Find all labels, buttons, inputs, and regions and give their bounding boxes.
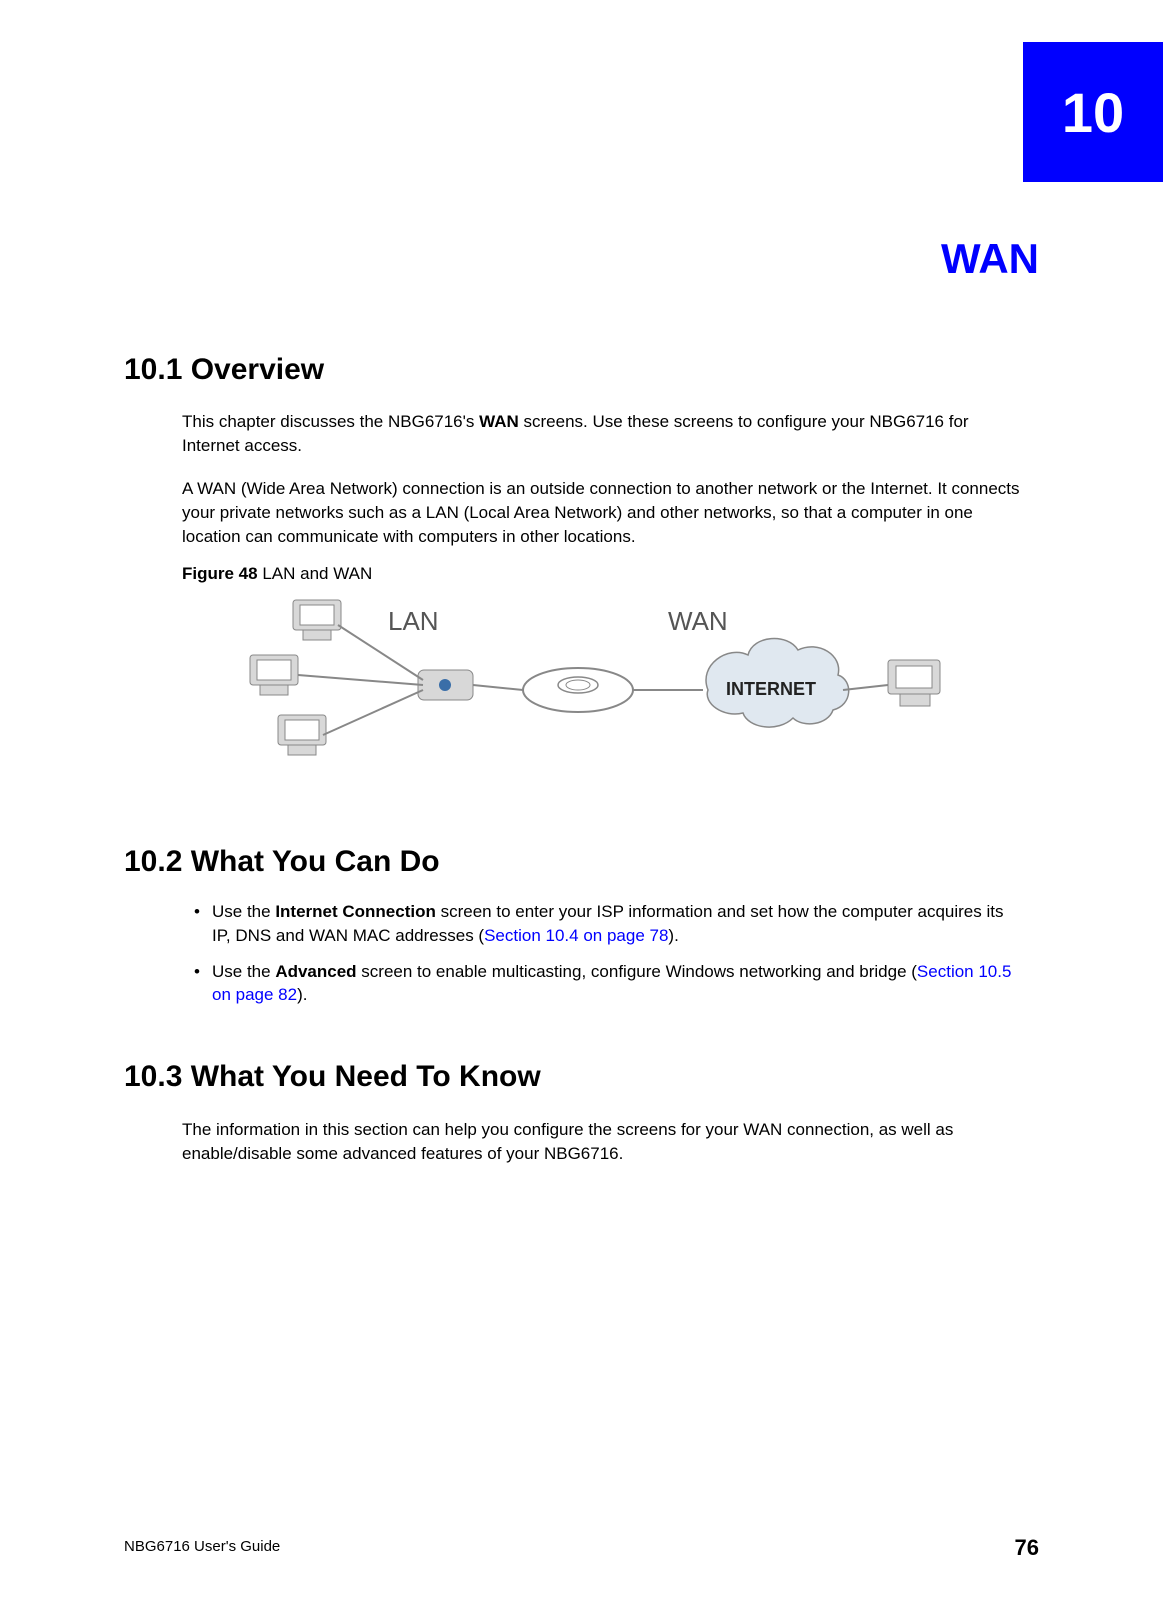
bullet2-mid: screen to enable multicasting, configure… — [357, 962, 917, 981]
section-heading-whatyouneedtoknow: 10.3 What You Need To Know — [124, 1060, 541, 1094]
list-item: Use the Advanced screen to enable multic… — [194, 960, 1024, 1008]
footer-page-number: 76 — [1015, 1535, 1039, 1561]
chapter-title: WAN — [941, 235, 1039, 283]
bullet2-pre: Use the — [212, 962, 275, 981]
lan-label: LAN — [388, 606, 439, 636]
bullet1-link[interactable]: Section 10.4 on page 78 — [484, 926, 668, 945]
overview-paragraph-2: A WAN (Wide Area Network) connection is … — [182, 477, 1024, 548]
figure-caption: Figure 48 LAN and WAN — [182, 564, 372, 584]
overview-p1-pre: This chapter discusses the NBG6716's — [182, 412, 479, 431]
overview-p1-bold: WAN — [479, 412, 519, 431]
overview-paragraph-1: This chapter discusses the NBG6716's WAN… — [182, 410, 1024, 458]
pc-2-icon — [250, 655, 298, 695]
bullet2-bold: Advanced — [275, 962, 356, 981]
bullet1-bold: Internet Connection — [275, 902, 436, 921]
switch-icon — [418, 670, 473, 700]
list-item: Use the Internet Connection screen to en… — [194, 900, 1024, 948]
whatyoucando-list: Use the Internet Connection screen to en… — [194, 900, 1024, 1019]
chapter-number: 10 — [1062, 80, 1124, 145]
section-heading-whatyoucando: 10.2 What You Can Do — [124, 845, 440, 879]
pc-3-icon — [278, 715, 326, 755]
whatyouneedtoknow-paragraph: The information in this section can help… — [182, 1118, 1024, 1166]
wan-label: WAN — [668, 606, 728, 636]
router-icon — [523, 668, 633, 712]
figure-label-bold: Figure 48 — [182, 564, 258, 583]
bullet1-pre: Use the — [212, 902, 275, 921]
internet-cloud-icon: INTERNET — [706, 639, 849, 728]
internet-label: INTERNET — [726, 679, 816, 699]
footer-guide-title: NBG6716 User's Guide — [124, 1538, 280, 1555]
pc-1-icon — [293, 600, 341, 640]
section-heading-overview: 10.1 Overview — [124, 353, 324, 387]
figure-label-rest: LAN and WAN — [258, 564, 373, 583]
chapter-number-box: 10 — [1023, 42, 1163, 182]
bullet2-post: ). — [297, 985, 307, 1004]
pc-right-icon — [888, 660, 940, 706]
bullet1-post: ). — [668, 926, 678, 945]
lan-wan-diagram: LAN WAN INTERNET — [238, 590, 958, 770]
